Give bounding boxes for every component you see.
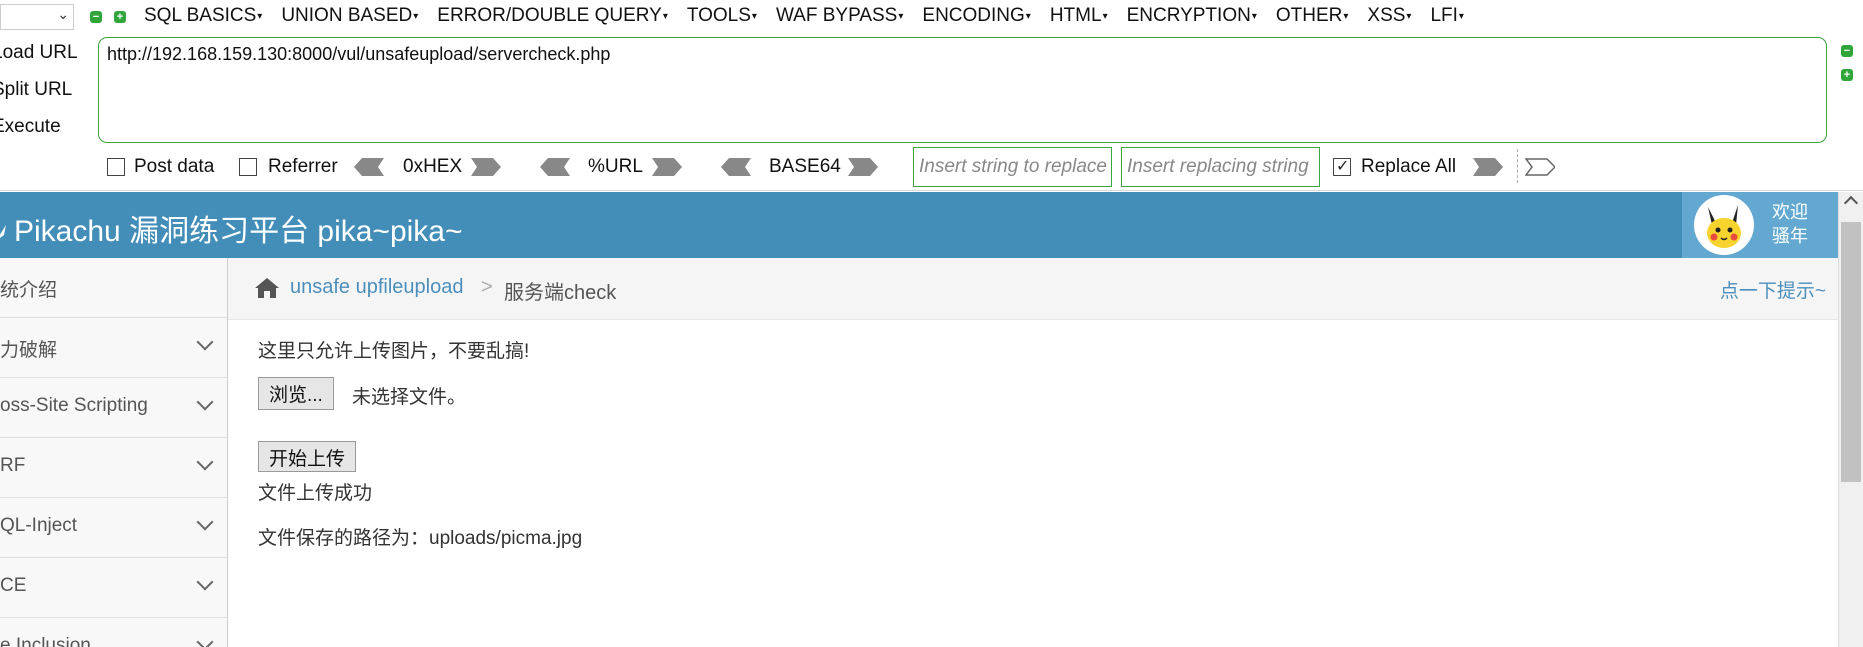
menu-lfi[interactable]: LFI — [1430, 5, 1463, 27]
breadcrumb-current: 服务端check — [504, 282, 617, 304]
menu-waf-bypass[interactable]: WAF BYPASS — [776, 5, 903, 27]
split-url-button[interactable]: Split URL — [0, 75, 78, 112]
replace-string-input[interactable]: Insert string to replace — [913, 147, 1112, 187]
arrow-right-icon[interactable] — [1473, 158, 1503, 176]
page-scrollbar[interactable] — [1838, 192, 1863, 647]
plus-icon[interactable]: + — [1841, 69, 1853, 81]
referrer-label: Referrer — [268, 156, 338, 177]
sidebar-item-intro[interactable]: 统介绍 — [0, 258, 227, 318]
sidebar-item-label: 力破解 — [0, 340, 58, 361]
menu-encryption[interactable]: ENCRYPTION — [1127, 5, 1257, 27]
hackbar-menubar: ⌄ − + SQL BASICS UNION BASED ERROR/DOUBL… — [0, 0, 1863, 34]
sidebar-item-label: RF — [0, 455, 26, 476]
upload-success-message: 文件上传成功 — [258, 483, 373, 504]
arrow-right-icon[interactable] — [848, 158, 878, 176]
hint-link[interactable]: 点一下提示~ — [1720, 276, 1826, 303]
url-textarea[interactable]: http://192.168.159.130:8000/vul/unsafeup… — [98, 37, 1827, 143]
hackbar-actions: Load URL Split URL Execute — [0, 38, 78, 149]
post-data-label: Post data — [134, 156, 215, 177]
chevron-down-icon: ⌄ — [57, 6, 69, 22]
upload-notice: 这里只允许上传图片，不要乱搞! — [258, 341, 530, 362]
file-status: 未选择文件。 — [352, 387, 467, 408]
breadcrumb: unsafe upfileupload > 服务端check 点一下提示~ — [228, 258, 1838, 320]
sidebar-item-file-inclusion[interactable]: e Inclusion — [0, 618, 227, 647]
replace-all-label: Replace All — [1361, 156, 1457, 177]
avatar — [1694, 195, 1754, 255]
sidebar-item-sql-inject[interactable]: QL-Inject — [0, 498, 227, 558]
breadcrumb-separator: > — [481, 276, 493, 298]
replace-all-checkbox[interactable] — [1333, 156, 1351, 176]
chevron-down-icon — [196, 513, 214, 531]
sidebar-item-label: oss-Site Scripting — [0, 395, 148, 416]
breadcrumb-link[interactable]: unsafe upfileupload — [290, 276, 463, 299]
post-data-checkbox[interactable] — [107, 158, 125, 176]
referrer-checkbox[interactable] — [239, 158, 257, 176]
arrow-right-outline-icon[interactable] — [1525, 158, 1555, 176]
upload-button[interactable]: 开始上传 — [258, 441, 357, 472]
arrow-left-icon[interactable] — [354, 158, 384, 176]
sidebar: 统介绍 力破解 oss-Site Scripting RF QL-Inject … — [0, 258, 228, 647]
hackbar-menu: SQL BASICS UNION BASED ERROR/DOUBLE QUER… — [144, 5, 1483, 27]
browse-button[interactable]: 浏览... — [258, 377, 334, 410]
menu-tools[interactable]: TOOLS — [687, 5, 757, 27]
leaf-icon — [0, 217, 8, 239]
base64-label: BASE64 — [769, 156, 841, 177]
chevron-down-icon — [196, 633, 214, 647]
sidebar-item-brute-force[interactable]: 力破解 — [0, 318, 227, 378]
site-header: Pikachu 漏洞练习平台 pika~pika~ 欢迎 骚年 — [0, 192, 1838, 258]
chevron-down-icon — [196, 573, 214, 591]
minus-icon[interactable]: − — [90, 11, 102, 23]
sidebar-item-label: CE — [0, 575, 27, 596]
execute-button[interactable]: Execute — [0, 112, 78, 149]
sidebar-item-csrf[interactable]: RF — [0, 438, 227, 498]
hex-label: 0xHEX — [403, 156, 463, 177]
hackbar-version-select[interactable]: ⌄ — [0, 4, 74, 30]
menu-other[interactable]: OTHER — [1276, 5, 1349, 27]
chevron-down-icon — [196, 453, 214, 471]
user-menu[interactable]: 欢迎 骚年 — [1682, 192, 1838, 258]
site-title-text: Pikachu 漏洞练习平台 pika~pika~ — [14, 215, 463, 248]
menu-xss[interactable]: XSS — [1367, 5, 1411, 27]
welcome-text: 欢迎 骚年 — [1772, 200, 1808, 248]
site-title: Pikachu 漏洞练习平台 pika~pika~ — [0, 206, 463, 250]
minus-icon[interactable]: − — [1841, 45, 1853, 57]
sidebar-item-xss[interactable]: oss-Site Scripting — [0, 378, 227, 438]
menu-encoding[interactable]: ENCODING — [922, 5, 1030, 27]
url-encode-label: %URL — [588, 156, 643, 177]
replacing-string-input[interactable]: Insert replacing string — [1121, 147, 1320, 187]
scroll-up-icon[interactable] — [1843, 195, 1859, 211]
sidebar-item-label: e Inclusion — [0, 635, 91, 647]
arrow-right-icon[interactable] — [652, 158, 682, 176]
hackbar-panel: ⌄ − + SQL BASICS UNION BASED ERROR/DOUBL… — [0, 0, 1863, 191]
saved-path-message: 文件保存的路径为：uploads/picma.jpg — [258, 528, 583, 549]
arrow-right-icon[interactable] — [471, 158, 501, 176]
plus-icon[interactable]: + — [114, 11, 126, 23]
sidebar-item-label: 统介绍 — [0, 280, 58, 301]
menu-union-based[interactable]: UNION BASED — [281, 5, 418, 27]
arrow-left-icon[interactable] — [540, 158, 570, 176]
welcome-line: 欢迎 — [1772, 202, 1808, 222]
chevron-down-icon — [196, 393, 214, 411]
load-url-button[interactable]: Load URL — [0, 38, 78, 75]
divider — [1517, 149, 1518, 183]
home-icon[interactable] — [254, 277, 280, 299]
arrow-left-icon[interactable] — [721, 158, 751, 176]
main-content: 这里只允许上传图片，不要乱搞! 浏览... 未选择文件。 开始上传 文件上传成功… — [228, 320, 1838, 647]
menu-error-double-query[interactable]: ERROR/DOUBLE QUERY — [437, 5, 668, 27]
chevron-down-icon — [196, 333, 214, 351]
sidebar-item-rce[interactable]: CE — [0, 558, 227, 618]
sidebar-item-label: QL-Inject — [0, 515, 78, 536]
scrollbar-thumb[interactable] — [1841, 222, 1861, 482]
hackbar-options-row: Post data Referrer 0xHEX %URL BASE64 Ins… — [0, 147, 1863, 187]
welcome-line: 骚年 — [1772, 226, 1808, 246]
menu-sql-basics[interactable]: SQL BASICS — [144, 5, 262, 27]
menu-html[interactable]: HTML — [1050, 5, 1108, 27]
